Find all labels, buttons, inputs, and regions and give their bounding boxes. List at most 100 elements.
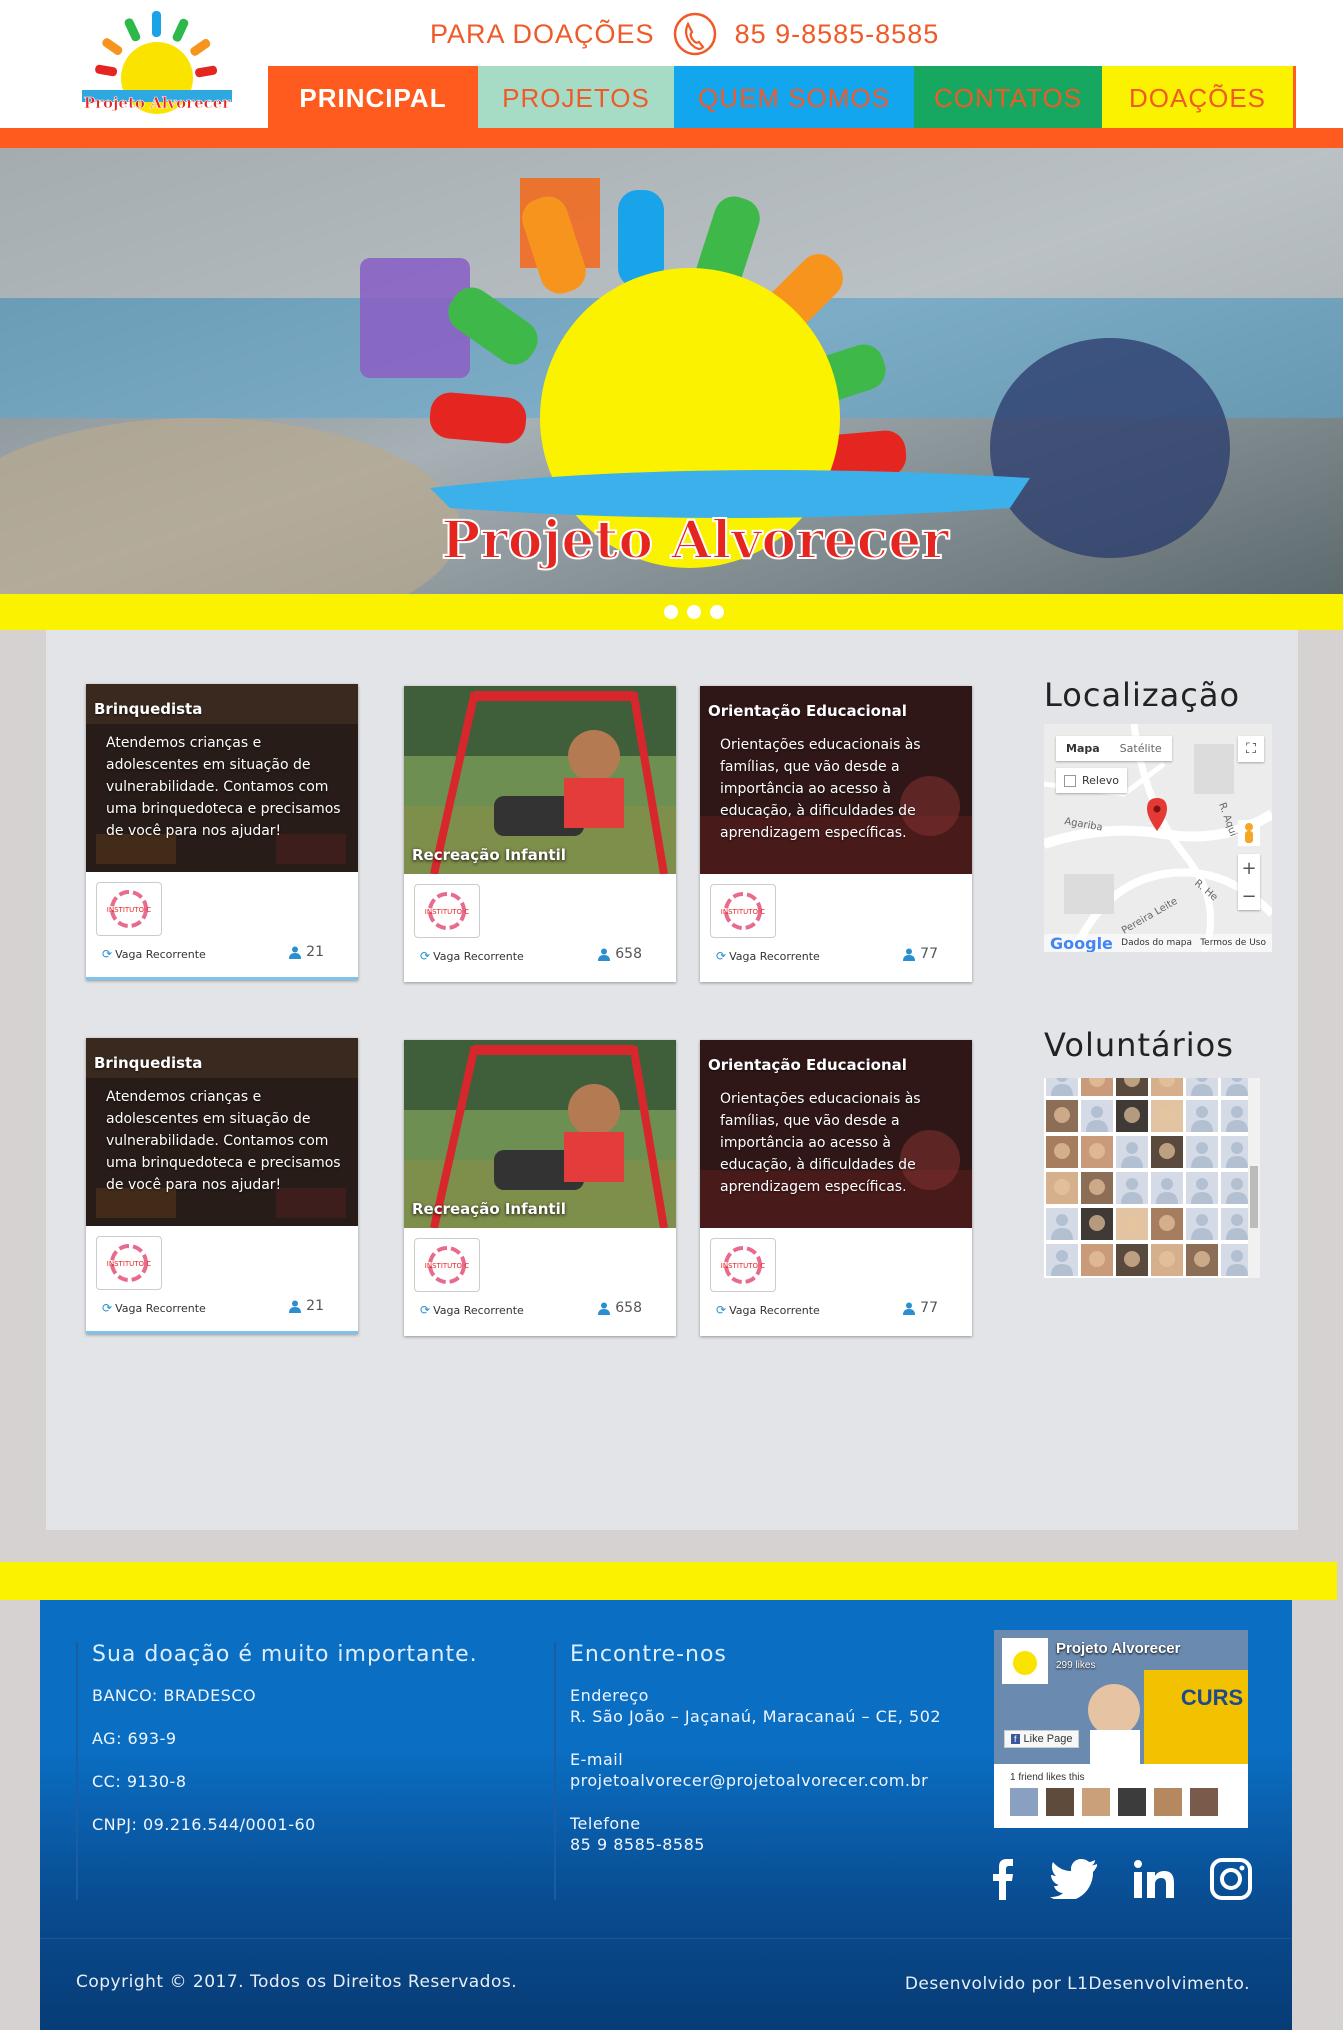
relevo-checkbox[interactable]: Relevo xyxy=(1056,768,1127,793)
pegman-icon[interactable] xyxy=(1238,820,1260,846)
developer-credit[interactable]: Desenvolvido por L1Desenvolvimento. xyxy=(905,1974,1250,1994)
card-title: Recreação Infantil xyxy=(412,1200,566,1218)
volunteer-avatar[interactable] xyxy=(1116,1100,1148,1132)
email-value[interactable]: projetoalvorecer@projetoalvorecer.com.br xyxy=(570,1770,954,1791)
donation-phone-bar: PARA DOAÇÕES 85 9-8585-8585 xyxy=(430,12,939,56)
volunteer-avatar[interactable] xyxy=(1116,1244,1148,1276)
volunteer-avatar[interactable] xyxy=(1186,1136,1218,1168)
project-card[interactable]: Recreação Infantil INSTITUTO C ⟳ Vaga Rec… xyxy=(404,686,676,982)
copyright-text: Copyright © 2017. Todos os Direitos Rese… xyxy=(76,1972,518,1992)
fb-page-name[interactable]: Projeto Alvorecer xyxy=(1056,1640,1181,1657)
zoom-in-icon[interactable]: + xyxy=(1238,854,1260,882)
project-card[interactable]: Orientação Educacional Orientações educa… xyxy=(700,1040,972,1336)
volunteer-avatar[interactable] xyxy=(1151,1100,1183,1132)
slider-dot-3[interactable] xyxy=(710,605,724,619)
card-description: Orientações educacionais às famílias, qu… xyxy=(720,1091,921,1195)
volunteer-avatar[interactable] xyxy=(1151,1172,1183,1204)
volunteer-avatar[interactable] xyxy=(1116,1208,1148,1240)
svg-text:INSTITUTO C: INSTITUTO C xyxy=(721,1262,765,1270)
card-image-swing: Recreação Infantil xyxy=(404,1040,676,1228)
volunteer-avatar[interactable] xyxy=(1081,1136,1113,1168)
volunteer-avatar[interactable] xyxy=(1151,1244,1183,1276)
nav-contatos[interactable]: CONTATOS xyxy=(914,66,1102,130)
checkbox-icon xyxy=(1064,774,1076,787)
volunteer-avatar[interactable] xyxy=(1046,1172,1078,1204)
svg-text:INSTITUTO C: INSTITUTO C xyxy=(107,1260,151,1268)
volunteer-avatar[interactable] xyxy=(1186,1078,1218,1096)
project-card[interactable]: Brinquedista Atendemos crianças e adoles… xyxy=(86,684,358,980)
zoom-out-icon[interactable]: − xyxy=(1238,882,1260,910)
volunteer-avatar[interactable] xyxy=(1186,1172,1218,1204)
card-description: Atendemos crianças e adolescentes em sit… xyxy=(106,1089,341,1193)
volunteer-avatar[interactable] xyxy=(1081,1172,1113,1204)
main-content: Brinquedista Atendemos crianças e adoles… xyxy=(46,630,1298,1530)
nav-quem-somos[interactable]: QUEM SOMOS xyxy=(674,66,914,130)
volunteer-avatar[interactable] xyxy=(1221,1078,1248,1096)
volunteer-avatars xyxy=(1046,1078,1248,1276)
volunteer-avatar[interactable] xyxy=(1116,1136,1148,1168)
facebook-page-widget[interactable]: CURS Projeto Alvorecer 299 likes f Like P… xyxy=(994,1630,1248,1828)
volunteer-avatar[interactable] xyxy=(1186,1244,1218,1276)
volunteer-avatar[interactable] xyxy=(1046,1078,1078,1096)
volunteer-avatar[interactable] xyxy=(1046,1244,1078,1276)
nav-projetos[interactable]: PROJETOS xyxy=(478,66,674,130)
facebook-icon[interactable] xyxy=(992,1858,1014,1900)
hero-slider[interactable]: Projeto Alvorecer xyxy=(0,148,1343,594)
volunteer-avatar[interactable] xyxy=(1221,1244,1248,1276)
volunteer-avatar[interactable] xyxy=(1151,1208,1183,1240)
volunteer-avatar[interactable] xyxy=(1151,1078,1183,1096)
nav-doacoes[interactable]: DOAÇÕES xyxy=(1102,66,1296,130)
twitter-icon[interactable] xyxy=(1050,1859,1098,1899)
project-card[interactable]: Brinquedista Atendemos crianças e adoles… xyxy=(86,1038,358,1334)
volunteer-avatar[interactable] xyxy=(1081,1244,1113,1276)
location-map[interactable]: R. Aqui Agariba Pereira Leite R. He Mapa… xyxy=(1044,724,1272,952)
map-data-link[interactable]: Dados do mapa xyxy=(1121,938,1192,948)
vaga-type: ⟳ Vaga Recorrente xyxy=(716,949,820,963)
fb-cover-text: CURS xyxy=(1181,1685,1243,1710)
slider-dot-1[interactable] xyxy=(664,605,678,619)
volunteer-avatar[interactable] xyxy=(1081,1208,1113,1240)
volunteers-title: Voluntários xyxy=(1044,1026,1234,1064)
volunteer-avatar[interactable] xyxy=(1116,1172,1148,1204)
map-tab[interactable]: Mapa xyxy=(1056,736,1110,761)
volunteer-avatar[interactable] xyxy=(1046,1100,1078,1132)
instagram-icon[interactable] xyxy=(1210,1858,1252,1900)
org-logo: INSTITUTO C xyxy=(414,1238,480,1292)
volunteer-avatar[interactable] xyxy=(1151,1136,1183,1168)
bank-agency: AG: 693-9 xyxy=(92,1729,177,1748)
project-card[interactable]: Orientação Educacional Orientações educa… xyxy=(700,686,972,982)
card-description: Atendemos crianças e adolescentes em sit… xyxy=(106,735,341,839)
volunteer-avatar[interactable] xyxy=(1221,1208,1248,1240)
phone-icon xyxy=(673,12,717,56)
fullscreen-icon[interactable]: ⛶ xyxy=(1238,736,1264,762)
volunteer-avatar[interactable] xyxy=(1186,1208,1218,1240)
volunteer-avatar[interactable] xyxy=(1221,1136,1248,1168)
volunteer-avatar[interactable] xyxy=(1116,1078,1148,1096)
volunteer-avatar[interactable] xyxy=(1186,1100,1218,1132)
site-logo[interactable]: Projeto Alvorecer xyxy=(68,6,246,126)
volunteer-avatar[interactable] xyxy=(1221,1172,1248,1204)
vaga-type: ⟳ Vaga Recorrente xyxy=(420,1303,524,1317)
volunteer-avatar[interactable] xyxy=(1046,1136,1078,1168)
logo-text: Projeto Alvorecer xyxy=(84,94,231,112)
fb-like-button[interactable]: f Like Page xyxy=(1004,1730,1080,1748)
map-terms-link[interactable]: Termos de Uso xyxy=(1200,938,1266,948)
volunteer-count: 21 xyxy=(289,944,324,960)
nav-principal[interactable]: PRINCIPAL xyxy=(268,66,478,130)
org-logo: INSTITUTO C xyxy=(710,884,776,938)
phone-number[interactable]: 85 9-8585-8585 xyxy=(735,19,940,50)
volunteer-avatar[interactable] xyxy=(1221,1100,1248,1132)
volunteer-count: 658 xyxy=(598,1300,642,1316)
volunteers-scrollbar[interactable] xyxy=(1248,1078,1260,1278)
volunteer-avatar[interactable] xyxy=(1081,1100,1113,1132)
slider-dot-2[interactable] xyxy=(687,605,701,619)
satellite-tab[interactable]: Satélite xyxy=(1110,736,1172,761)
card-image-classroom: Orientação Educacional Orientações educa… xyxy=(700,686,972,874)
fb-friends-text: 1 friend likes this xyxy=(1010,1772,1085,1783)
user-icon xyxy=(903,948,916,961)
linkedin-icon[interactable] xyxy=(1134,1860,1174,1898)
footer-yellow-band xyxy=(0,1562,1337,1600)
project-card[interactable]: Recreação Infantil INSTITUTO C ⟳ Vaga Rec… xyxy=(404,1040,676,1336)
volunteer-avatar[interactable] xyxy=(1081,1078,1113,1096)
volunteer-avatar[interactable] xyxy=(1046,1208,1078,1240)
